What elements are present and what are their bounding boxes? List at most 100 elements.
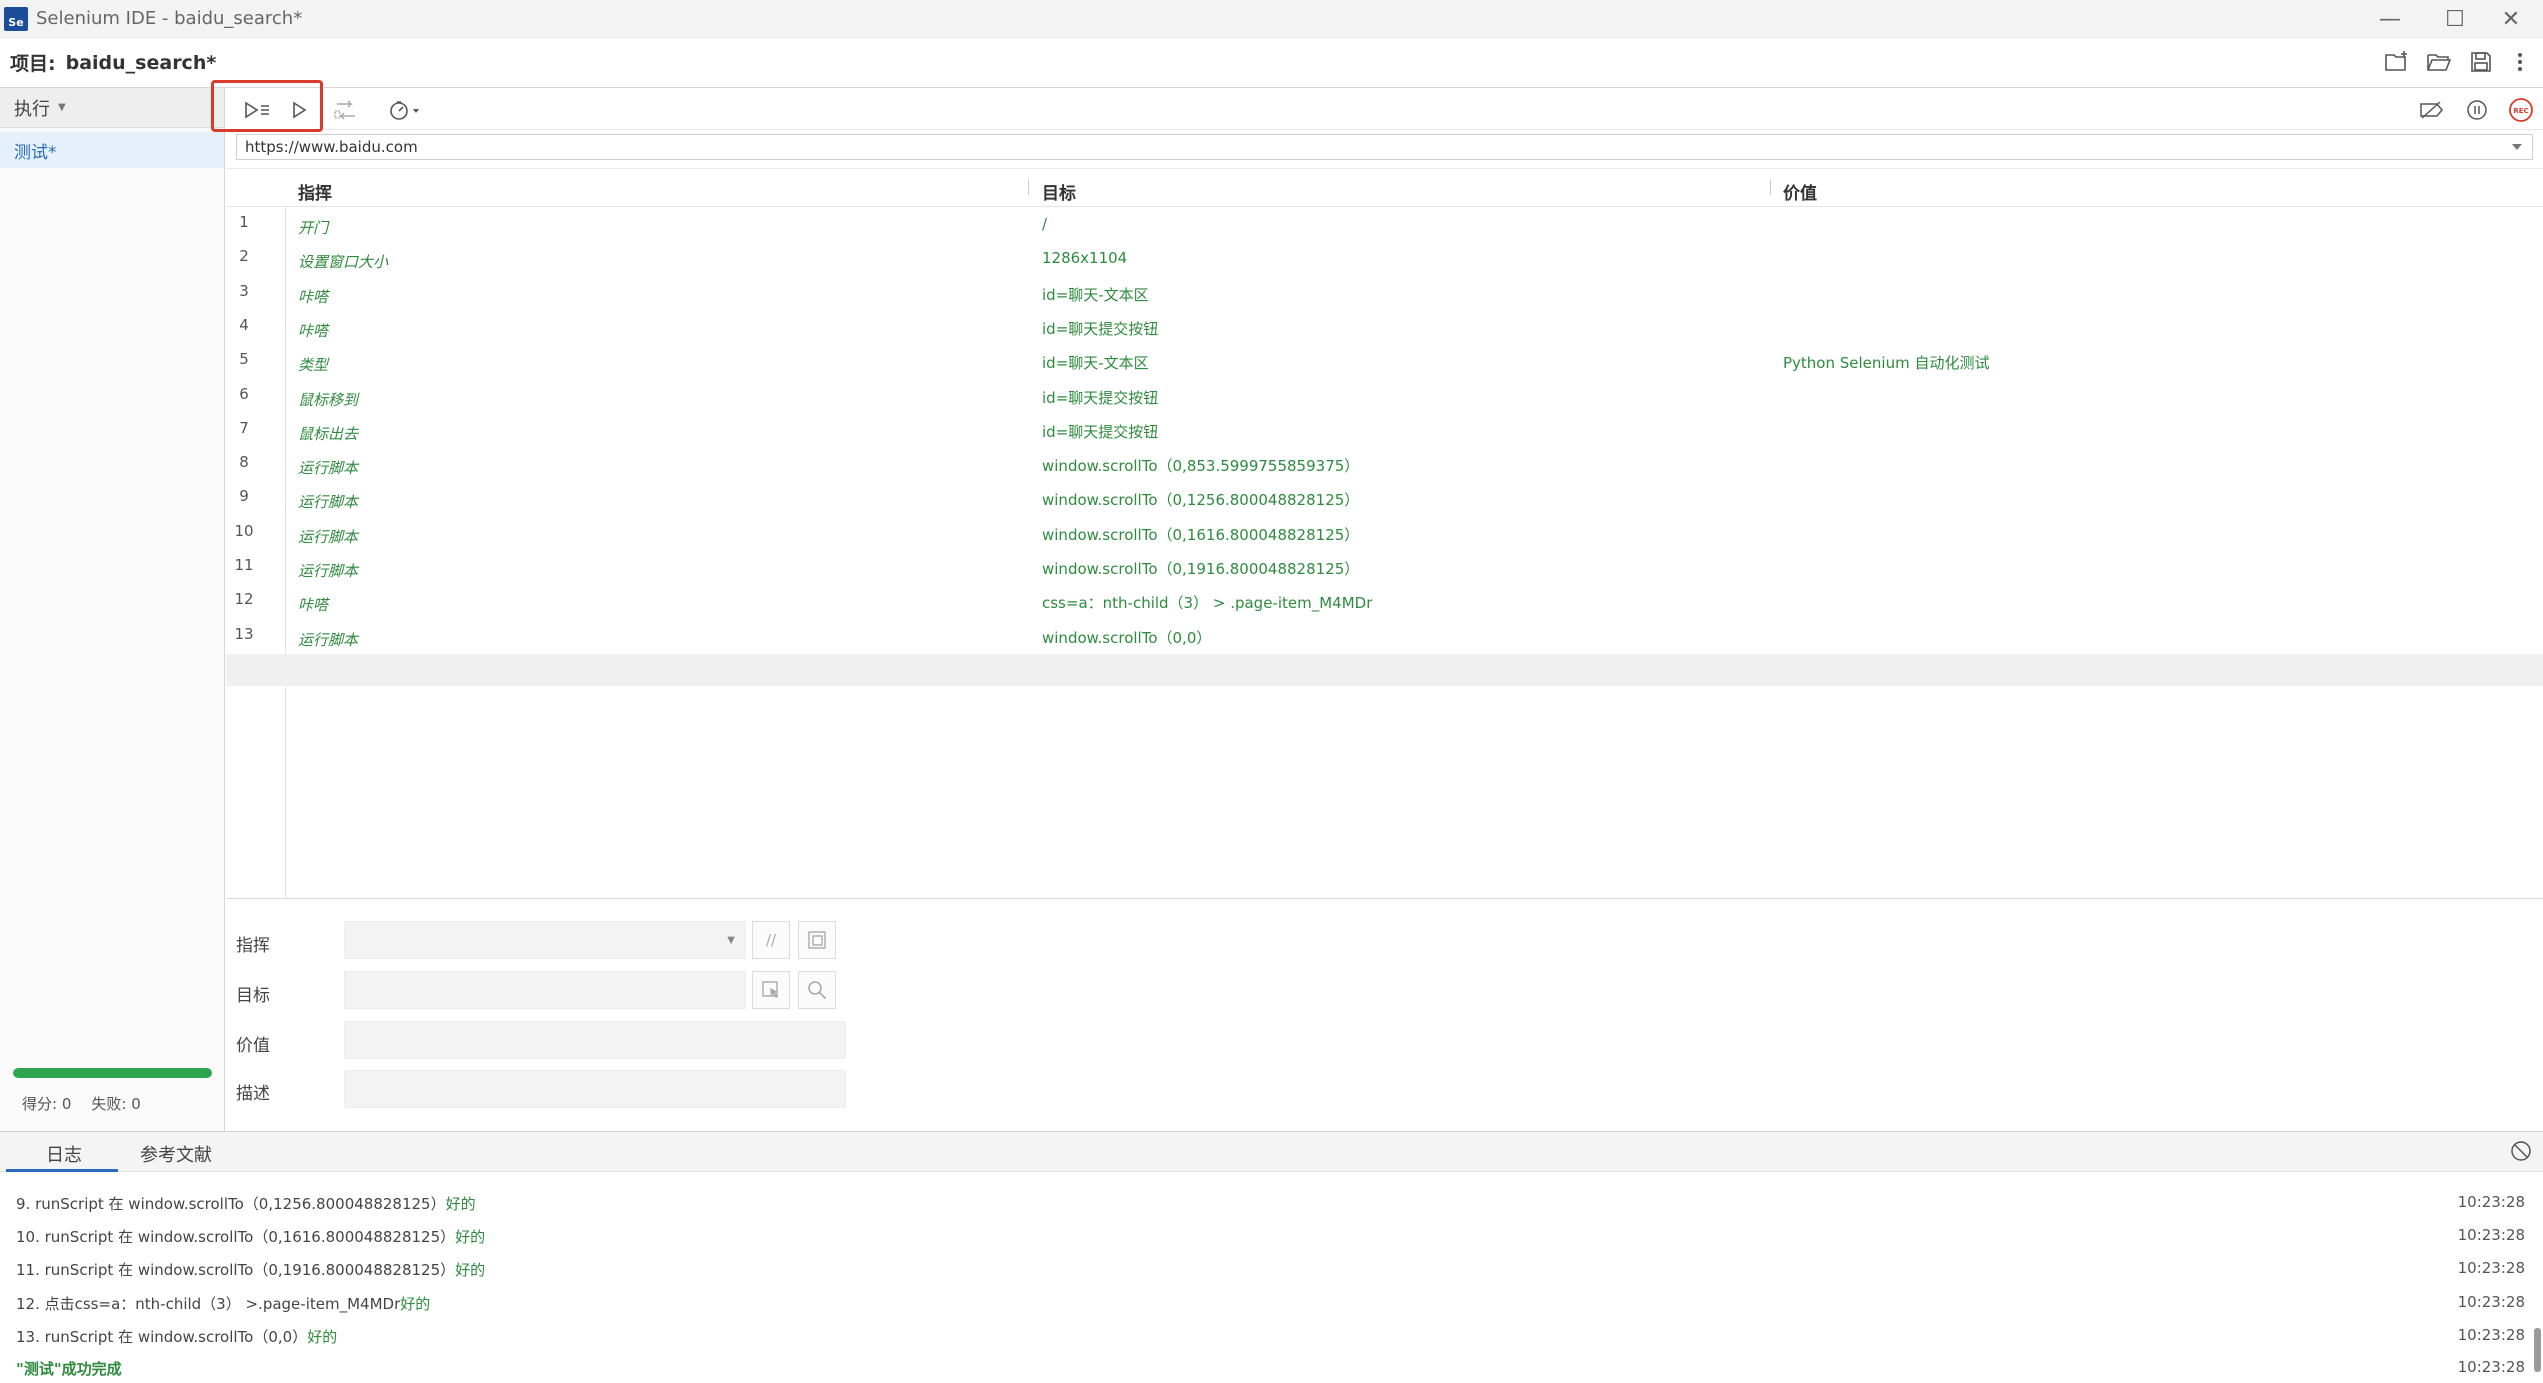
base-url-value: https://www.baidu.com (245, 138, 418, 156)
row-number: 4 (239, 315, 249, 334)
table-row[interactable]: 1 开门 / (226, 207, 2543, 241)
log-tabs: 日志 参考文献 (0, 1132, 2543, 1172)
fail-label: 失败: 0 (91, 1095, 141, 1113)
row-number: 9 (239, 487, 249, 506)
table-row[interactable]: 5 类型 id=聊天-文本区 Python Selenium 自动化测试 (226, 344, 2543, 378)
row-target: id=聊天提交按钮 (1042, 388, 1159, 407)
log-status: 好的 (445, 1195, 476, 1213)
log-text: 13. runScript 在 window.scrollTo（0,0） (16, 1327, 308, 1346)
project-label: 项目: (10, 53, 56, 75)
table-row[interactable]: 10 运行脚本 window.scrollTo（0,1616.80004882812… (226, 516, 2543, 550)
table-row[interactable]: 13 运行脚本 window.scrollTo（0,0） (226, 619, 2543, 653)
row-target: window.scrollTo（0,1616.800048828125） (1042, 525, 1360, 544)
row-number: 13 (234, 624, 254, 643)
chevron-down-icon[interactable] (2512, 144, 2522, 150)
project-name[interactable]: baidu_search* (66, 52, 217, 74)
description-input[interactable] (344, 1070, 846, 1108)
row-target: window.scrollTo（0,1256.800048828125） (1042, 491, 1360, 510)
sidebar-item-test[interactable]: 测试* (0, 132, 224, 168)
open-reference-icon[interactable] (798, 921, 836, 959)
speed-icon[interactable] (386, 96, 426, 124)
log-message: 10. runScript 在 window.scrollTo（0,1616.8… (16, 1226, 485, 1247)
log-message: 9. runScript 在 window.scrollTo（0,1256.80… (16, 1193, 476, 1214)
open-folder-icon[interactable] (2426, 50, 2456, 76)
save-icon[interactable] (2469, 50, 2499, 76)
value-label: 价值 (236, 1036, 270, 1056)
log-row: 12. 点击css=a：nth-child（3） >.page-item_M4M… (0, 1285, 2543, 1318)
tab-reference[interactable]: 参考文献 (140, 1141, 212, 1167)
window-title: Selenium IDE - baidu_search* (36, 8, 303, 29)
base-url-input[interactable]: https://www.baidu.com (236, 134, 2533, 160)
find-target-icon[interactable] (798, 971, 836, 1009)
log-message: 12. 点击css=a：nth-child（3） >.page-item_M4M… (16, 1293, 430, 1314)
column-header-command: 指挥 (298, 184, 332, 204)
table-row[interactable]: 12 咔嗒 css=a：nth-child（3） > .page-item_M4MD… (226, 584, 2543, 618)
table-header: 指挥 目标 价值 (226, 169, 2543, 207)
description-label: 描述 (236, 1084, 270, 1104)
column-header-value: 价值 (1783, 184, 1817, 204)
table-row[interactable]: 6 鼠标移到 id=聊天提交按钮 (226, 379, 2543, 413)
log-row: 13. runScript 在 window.scrollTo（0,0）好的 10… (0, 1318, 2543, 1351)
row-target: window.scrollTo（0,853.5999755859375） (1042, 457, 1360, 476)
log-status: 好的 (455, 1228, 486, 1247)
row-number: 12 (234, 590, 254, 609)
row-number: 3 (239, 281, 249, 300)
progress-bar (13, 1068, 212, 1078)
row-command: 类型 (298, 356, 329, 375)
row-command: 咔嗒 (298, 321, 329, 340)
minimize-button[interactable]: — (2355, 0, 2425, 38)
clear-log-icon[interactable] (2510, 1140, 2532, 1166)
title-bar: Se Selenium IDE - baidu_search* — ☐ ✕ (0, 0, 2543, 38)
row-target: id=聊天-文本区 (1042, 285, 1149, 304)
log-success-message: "测试"成功完成 (16, 1360, 122, 1378)
pause-icon[interactable] (2462, 96, 2492, 124)
row-number: 6 (239, 384, 249, 403)
command-editor: 指挥 ▼ // 目标 价值 描述 (226, 898, 2543, 1131)
log-scrollbar[interactable] (2534, 1328, 2541, 1372)
step-icon[interactable] (330, 96, 362, 124)
close-button[interactable]: ✕ (2476, 0, 2543, 38)
log-text: 10. runScript 在 window.scrollTo（0,1616.8… (16, 1228, 456, 1247)
toolbar: REC (226, 88, 2543, 130)
row-command: 运行脚本 (298, 562, 359, 580)
row-value: Python Selenium 自动化测试 (1783, 354, 1990, 373)
chevron-down-icon: ▼ (727, 934, 735, 946)
disable-breakpoints-icon[interactable] (2416, 96, 2448, 124)
table-row[interactable]: 2 设置窗口大小 1286x1104 (226, 241, 2543, 275)
command-select[interactable]: ▼ (344, 921, 746, 959)
comment-button[interactable]: // (752, 921, 790, 959)
table-row[interactable]: 3 咔嗒 id=聊天-文本区 (226, 276, 2543, 310)
log-message: 11. runScript 在 window.scrollTo（0,1916.8… (16, 1259, 485, 1280)
row-target: id=聊天提交按钮 (1042, 319, 1159, 338)
target-input[interactable] (344, 971, 746, 1009)
target-label: 目标 (236, 986, 270, 1006)
table-row[interactable]: 4 咔嗒 id=聊天提交按钮 (226, 310, 2543, 344)
row-command: 开门 (298, 219, 329, 237)
table-row[interactable]: 7 鼠标出去 id=聊天提交按钮 (226, 413, 2543, 447)
log-time: 10:23:28 (2457, 1226, 2525, 1245)
row-number: 7 (239, 418, 249, 437)
table-row[interactable]: 8 运行脚本 window.scrollTo（0,853.5999755859375… (226, 447, 2543, 481)
record-icon[interactable]: REC (2506, 96, 2536, 124)
execution-dropdown-label: 执行 (14, 98, 50, 120)
row-target: window.scrollTo（0,0） (1042, 628, 1212, 647)
execution-dropdown[interactable]: 执行 ▼ (0, 88, 224, 128)
empty-command-row[interactable] (226, 654, 2543, 686)
value-input[interactable] (344, 1021, 846, 1059)
select-target-icon[interactable] (752, 971, 790, 1009)
log-status: 好的 (400, 1294, 431, 1313)
more-icon[interactable] (2510, 50, 2530, 76)
row-command: 运行脚本 (298, 527, 359, 546)
row-number: 1 (239, 213, 249, 231)
row-number: 2 (239, 247, 249, 266)
row-command: 鼠标出去 (298, 424, 359, 443)
log-time: 10:23:28 (2457, 1358, 2525, 1376)
table-row[interactable]: 11 运行脚本 window.scrollTo（0,1916.80004882812… (226, 550, 2543, 584)
log-status: 好的 (307, 1327, 338, 1346)
row-number: 10 (234, 521, 254, 540)
log-text: 12. 点击css=a：nth-child（3） >.page-item_M4M… (16, 1294, 401, 1313)
new-project-icon[interactable] (2384, 50, 2414, 76)
table-row[interactable]: 9 运行脚本 window.scrollTo（0,1256.800048828125… (226, 481, 2543, 515)
run-stats: 得分: 0 失败: 0 (22, 1093, 141, 1114)
tab-log[interactable]: 日志 (46, 1141, 82, 1167)
